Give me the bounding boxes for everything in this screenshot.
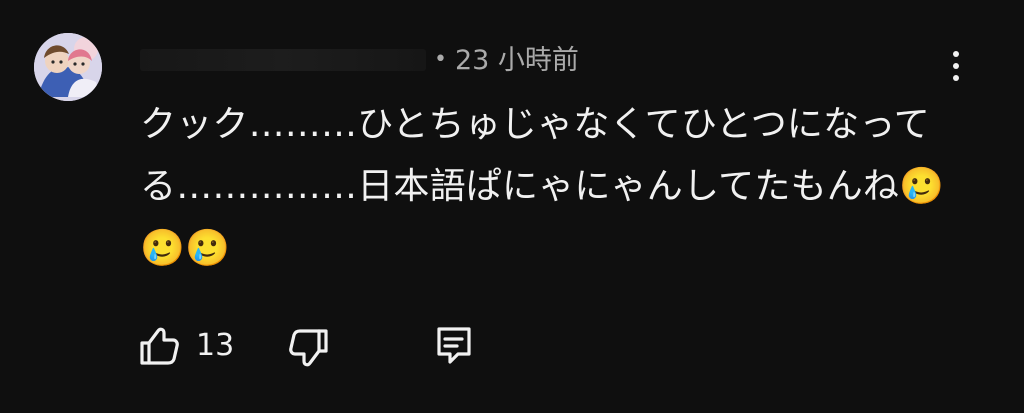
comment-line: 🥲🥲 <box>140 228 231 269</box>
more-options-button[interactable] <box>936 44 976 88</box>
thumbs-up-icon <box>136 323 182 369</box>
like-button[interactable]: 13 <box>136 318 286 374</box>
like-count: 13 <box>196 328 235 363</box>
author-name[interactable] <box>140 49 426 71</box>
more-vertical-icon <box>953 63 959 69</box>
dislike-button[interactable] <box>286 318 434 374</box>
comment-line: クック………ひとちゅじゃなくてひとつになって <box>140 104 930 145</box>
meta-separator: • <box>434 47 447 72</box>
reply-comment-icon <box>434 324 474 368</box>
comment-timestamp[interactable]: 23 小時前 <box>455 47 579 74</box>
comment-line: る……………日本語ぱにゃにゃんしてたもんね🥲 <box>140 166 945 207</box>
comment-actions: 13 <box>136 318 484 374</box>
comment-meta: • 23 小時前 <box>140 40 579 80</box>
author-avatar[interactable] <box>34 33 102 101</box>
more-vertical-icon <box>953 51 959 57</box>
comment-text: クック………ひとちゅじゃなくてひとつになって る……………日本語ぱにゃにゃんして… <box>140 94 960 280</box>
thumbs-down-icon <box>286 323 332 369</box>
reply-button[interactable] <box>434 318 484 374</box>
more-vertical-icon <box>953 75 959 81</box>
